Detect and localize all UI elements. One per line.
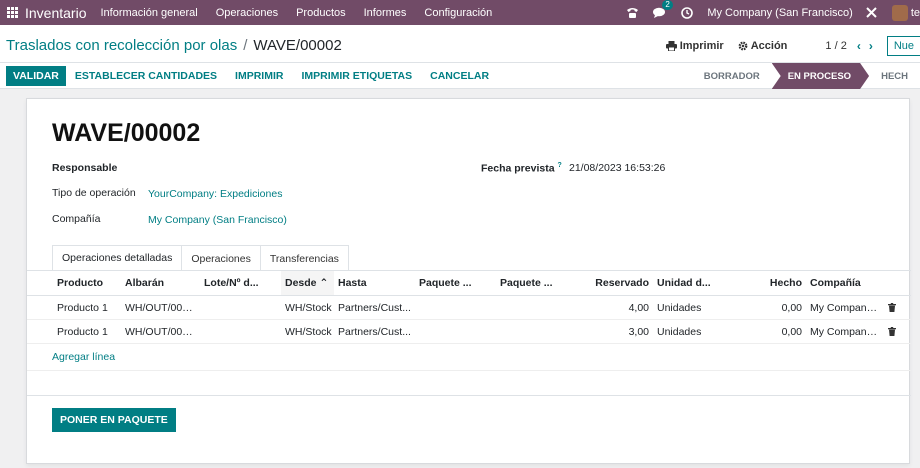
header-company[interactable]: Compañía [806,277,884,289]
menu-reports[interactable]: Informes [364,7,407,19]
header-dest-package[interactable]: Paquete ... [496,277,577,289]
table-footer-divider [27,370,911,371]
pager-previous-icon[interactable]: ‹ [857,39,861,53]
gear-icon [738,41,748,51]
cell-done: 0,00 [781,325,802,338]
clock-icon[interactable] [681,6,694,19]
menu-operations[interactable]: Operaciones [216,7,278,19]
notebook-tabs: Operaciones detalladas Operaciones Trans… [52,245,349,271]
breadcrumb-parent[interactable]: Traslados con recolección por olas [6,37,237,54]
set-quantities-button[interactable]: ESTABLECER CANTIDADES [66,66,226,86]
header-to[interactable]: Hasta [334,277,415,289]
header-picking[interactable]: Albarán [121,277,200,289]
cell-company: My Company (... [810,325,884,338]
section-divider [27,395,911,396]
status-stages: BORRADOR EN PROCESO HECH [692,63,920,89]
trash-icon[interactable] [884,327,900,336]
form-sheet: WAVE/00002 Responsable Tipo de operación… [26,98,911,464]
menu-products[interactable]: Productos [296,7,346,19]
tools-icon[interactable] [865,6,878,19]
cell-done: 0,00 [781,301,802,314]
app-name[interactable]: Inventario [25,5,86,21]
action-label: Acción [750,40,788,52]
put-in-pack-button[interactable]: PONER EN PAQUETE [52,408,176,432]
table-row[interactable]: Producto 1 WH/OUT/00059 WH/Stock Partner… [27,296,911,320]
print-label: Imprimir [679,40,724,52]
cell-reserved: 3,00 [628,325,649,338]
tab-transfers[interactable]: Transferencias [259,245,349,271]
print-icon [665,41,677,51]
cell-picking: WH/OUT/00059 [125,301,200,314]
cell-to: Partners/Cust... [338,325,411,338]
status-bar: VALIDAR ESTABLECER CANTIDADES IMPRIMIR I… [0,63,920,89]
company-value[interactable]: My Company (San Francisco) [148,214,287,226]
cell-product: Producto 1 [57,325,108,338]
header-lot[interactable]: Lote/Nº d... [200,277,281,289]
header-source-package[interactable]: Paquete ... [415,277,496,289]
user-name[interactable]: te [911,7,920,19]
operation-type-value[interactable]: YourCompany: Expediciones [148,188,282,200]
phone-icon[interactable] [626,7,639,19]
pager-next-icon[interactable]: › [869,39,873,53]
new-button[interactable]: Nue [886,36,920,56]
cell-reserved: 4,00 [628,301,649,314]
top-navbar: Inventario Información general Operacion… [0,0,920,25]
chat-icon[interactable]: 2 [653,0,673,19]
header-product[interactable]: Producto [53,277,121,289]
responsible-label: Responsable [52,162,118,174]
sort-up-icon: ⌃ [319,277,329,289]
print-dropdown-button[interactable]: Imprimir [665,40,724,52]
company-label: Compañía [52,213,101,225]
add-line-link[interactable]: Agregar línea [52,351,115,363]
trash-icon[interactable] [884,303,900,312]
company-switcher[interactable]: My Company (San Francisco) [707,7,853,19]
stage-draft[interactable]: BORRADOR [692,63,772,89]
control-panel: Traslados con recolección por olas / WAV… [0,25,920,63]
stage-in-progress[interactable]: EN PROCESO [772,63,869,89]
stage-done[interactable]: HECH [869,63,920,89]
breadcrumb: Traslados con recolección por olas / WAV… [6,37,342,54]
print-button[interactable]: IMPRIMIR [226,66,292,86]
action-dropdown-button[interactable]: Acción [738,40,788,52]
cell-from: WH/Stock [285,301,332,314]
breadcrumb-separator: / [243,37,248,54]
menu-overview[interactable]: Información general [100,7,197,19]
tab-operations[interactable]: Operaciones [181,245,261,271]
chat-badge: 2 [662,0,673,10]
header-reserved[interactable]: Reservado [577,277,653,289]
validate-button[interactable]: VALIDAR [6,66,66,86]
move-lines-table: Producto Albarán Lote/Nº d... Desde ⌃ Ha… [27,271,911,344]
cell-product: Producto 1 [57,301,108,314]
print-labels-button[interactable]: IMPRIMIR ETIQUETAS [292,66,421,86]
cell-picking: WH/OUT/00060 [125,325,200,338]
scheduled-date-value[interactable]: 21/08/2023 16:53:26 [569,162,665,174]
pager-value[interactable]: 1 / 2 [825,40,846,52]
scheduled-date-label: Fecha prevista ? [481,162,562,175]
tab-detailed-operations[interactable]: Operaciones detalladas [52,245,183,271]
cell-to: Partners/Cust... [338,301,411,314]
table-header: Producto Albarán Lote/Nº d... Desde ⌃ Ha… [27,271,911,296]
menu-configuration[interactable]: Configuración [424,7,492,19]
cell-company: My Company (... [810,301,884,314]
cell-from: WH/Stock [285,325,332,338]
record-title[interactable]: WAVE/00002 [52,119,200,148]
table-row[interactable]: Producto 1 WH/OUT/00060 WH/Stock Partner… [27,320,911,344]
breadcrumb-current: WAVE/00002 [253,37,342,54]
header-done[interactable]: Hecho [730,277,806,289]
operation-type-label: Tipo de operación [52,187,136,199]
cancel-button[interactable]: CANCELAR [421,66,498,86]
apps-menu-icon[interactable] [2,0,22,25]
header-unit[interactable]: Unidad d... [653,277,730,289]
cell-unit: Unidades [657,301,702,314]
help-icon[interactable]: ? [557,162,561,169]
header-from[interactable]: Desde ⌃ [281,271,334,295]
cell-unit: Unidades [657,325,702,338]
user-avatar[interactable] [891,4,908,21]
